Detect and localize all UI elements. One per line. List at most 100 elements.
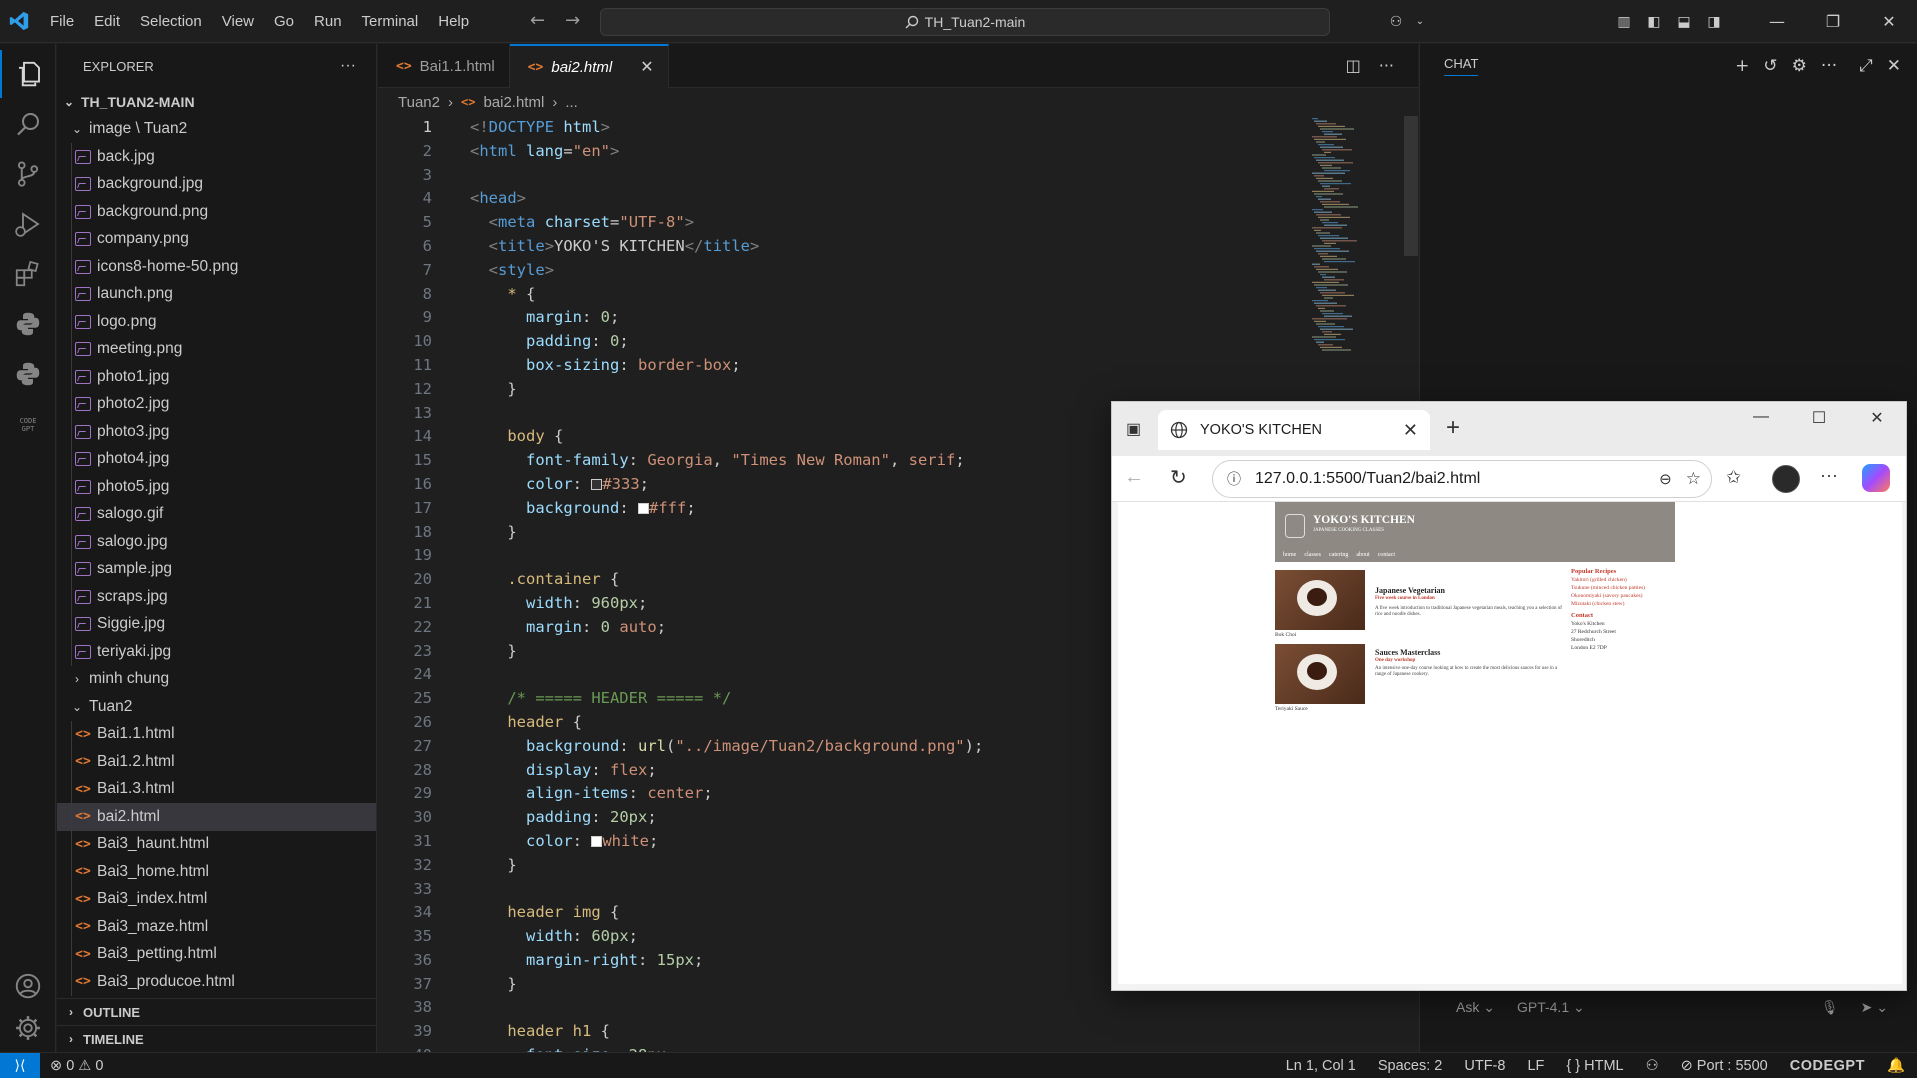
menu-view[interactable]: View	[212, 13, 264, 30]
file-item[interactable]: photo1.jpg	[57, 363, 376, 391]
gear-icon[interactable]: ⚙	[1792, 56, 1807, 76]
recipe-link[interactable]: Yakitori (grilled chicken)	[1571, 576, 1675, 584]
zoom-icon[interactable]: ⊖	[1659, 470, 1672, 488]
file-item[interactable]: <> Bai3_maze.html	[57, 913, 376, 941]
menu-file[interactable]: File	[40, 13, 84, 30]
history-icon[interactable]: ↺	[1763, 56, 1777, 76]
more-actions-icon[interactable]: ···	[1379, 56, 1394, 75]
python-environments-icon[interactable]	[0, 350, 56, 398]
minimize-icon[interactable]: —	[1749, 12, 1805, 31]
file-item[interactable]: photo5.jpg	[57, 473, 376, 501]
file-item[interactable]: launch.png	[57, 280, 376, 308]
back-arrow-icon[interactable]: ←	[1124, 466, 1144, 489]
restore-icon[interactable]: ❐	[1805, 12, 1861, 31]
chevron-down-icon[interactable]: ⌄	[1411, 16, 1429, 27]
notifications-bell-icon[interactable]: 🔔	[1887, 1057, 1905, 1074]
command-center-search[interactable]: TH_Tuan2-main	[600, 8, 1330, 36]
file-item[interactable]: <> Bai1.1.html	[57, 720, 376, 748]
browser-tab[interactable]: YOKO'S KITCHEN ✕	[1158, 410, 1430, 450]
file-item[interactable]: salogo.jpg	[57, 528, 376, 556]
refresh-icon[interactable]: ↻	[1170, 465, 1187, 490]
file-item[interactable]: <> bai2.html	[57, 803, 376, 831]
more-actions-icon[interactable]: ···	[340, 57, 356, 75]
file-item[interactable]: background.jpg	[57, 170, 376, 198]
problems-status[interactable]: ⊗ 0 ⚠ 0	[50, 1058, 103, 1074]
live-server-port[interactable]: ⊘ Port : 5500	[1681, 1058, 1768, 1074]
favorites-icon[interactable]: ✩	[1726, 467, 1741, 488]
workspace-root[interactable]: ⌄ TH_TUAN2-MAIN	[57, 88, 376, 116]
file-item[interactable]: photo2.jpg	[57, 390, 376, 418]
file-item[interactable]: photo3.jpg	[57, 418, 376, 446]
explorer-icon[interactable]	[0, 50, 56, 98]
file-item[interactable]: back.jpg	[57, 143, 376, 171]
file-item[interactable]: <> Bai1.3.html	[57, 775, 376, 803]
more-actions-icon[interactable]: ···	[1821, 56, 1837, 76]
new-tab-icon[interactable]: +	[1446, 414, 1460, 442]
browser-menu-icon[interactable]: ···	[1820, 465, 1838, 486]
codegpt-status[interactable]: CODEGPT	[1790, 1058, 1865, 1074]
python-icon[interactable]	[0, 300, 56, 348]
file-item[interactable]: photo4.jpg	[57, 445, 376, 473]
recipe-link[interactable]: Mizutaki (chicken stew)	[1571, 600, 1675, 608]
close-tab-icon[interactable]: ✕	[1403, 420, 1418, 441]
folder-tuan2[interactable]: ⌄ Tuan2	[57, 693, 376, 721]
minimap[interactable]	[1308, 116, 1408, 416]
file-item[interactable]: <> Bai3_producoe.html	[57, 968, 376, 996]
yoko-nav-about[interactable]: about	[1356, 552, 1369, 558]
close-icon[interactable]: ✕	[1861, 12, 1917, 31]
file-item[interactable]: scraps.jpg	[57, 583, 376, 611]
file-item[interactable]: <> Bai3_petting.html	[57, 940, 376, 968]
model-picker[interactable]: GPT-4.1 ⌄	[1517, 999, 1585, 1016]
language-mode[interactable]: { } HTML	[1566, 1058, 1623, 1074]
yoko-nav-home[interactable]: home	[1283, 552, 1296, 558]
file-item[interactable]: icons8-home-50.png	[57, 253, 376, 281]
file-item[interactable]: logo.png	[57, 308, 376, 336]
run-debug-icon[interactable]	[0, 200, 56, 248]
outline-section[interactable]: › OUTLINE	[57, 998, 377, 1025]
profile-avatar[interactable]	[1772, 465, 1800, 493]
customize-layout-icon[interactable]: ▥	[1609, 14, 1639, 30]
file-item[interactable]: company.png	[57, 225, 376, 253]
file-item[interactable]: sample.jpg	[57, 555, 376, 583]
extensions-icon[interactable]	[0, 250, 56, 298]
codegpt-icon[interactable]: CODE GPT	[0, 400, 56, 448]
yoko-nav-classes[interactable]: classes	[1304, 552, 1321, 558]
split-editor-icon[interactable]: ◫	[1346, 56, 1361, 75]
file-item[interactable]: salogo.gif	[57, 500, 376, 528]
file-item[interactable]: teriyaki.jpg	[57, 638, 376, 666]
breadcrumb-file[interactable]: bai2.html	[483, 94, 544, 111]
breadcrumb-more[interactable]: ...	[565, 94, 578, 111]
tab-bai2[interactable]: <> bai2.html ✕	[509, 44, 669, 88]
account-icon[interactable]	[0, 962, 56, 1010]
end-of-line[interactable]: LF	[1527, 1058, 1544, 1074]
menu-terminal[interactable]: Terminal	[352, 13, 429, 30]
file-item[interactable]: background.png	[57, 198, 376, 226]
search-icon[interactable]	[0, 100, 56, 148]
indentation[interactable]: Spaces: 2	[1378, 1058, 1443, 1074]
menu-selection[interactable]: Selection	[130, 13, 212, 30]
tab-actions-icon[interactable]: ▣	[1126, 419, 1141, 439]
yoko-nav-contact[interactable]: contact	[1378, 552, 1395, 558]
file-item[interactable]: <> Bai3_home.html	[57, 858, 376, 886]
microphone-icon[interactable]: 🎙	[1821, 999, 1839, 1016]
breadcrumb-folder[interactable]: Tuan2	[398, 94, 440, 111]
menu-help[interactable]: Help	[428, 13, 479, 30]
toggle-panel-icon[interactable]: ⬓	[1669, 14, 1699, 30]
menu-run[interactable]: Run	[304, 13, 352, 30]
maximize-icon[interactable]: ⤢	[1859, 56, 1873, 76]
send-icon[interactable]: ➤ ⌄	[1861, 999, 1888, 1016]
close-icon[interactable]: ✕	[1887, 56, 1901, 76]
close-icon[interactable]: ✕	[1848, 408, 1906, 428]
forward-arrow-icon[interactable]: →	[565, 10, 580, 31]
encoding[interactable]: UTF-8	[1464, 1058, 1505, 1074]
source-control-icon[interactable]	[0, 150, 56, 198]
copilot-icon[interactable]: ⚇	[1381, 14, 1411, 30]
recipe-link[interactable]: Tsukune (minced chicken patties)	[1571, 584, 1675, 592]
menu-edit[interactable]: Edit	[84, 13, 130, 30]
toggle-primary-sidebar-icon[interactable]: ◧	[1639, 14, 1669, 30]
folder-minh-chung[interactable]: › minh chung	[57, 666, 376, 694]
cursor-position[interactable]: Ln 1, Col 1	[1286, 1058, 1356, 1074]
back-arrow-icon[interactable]: ←	[530, 10, 545, 31]
close-tab-icon[interactable]: ✕	[640, 57, 653, 77]
copilot-status-icon[interactable]: ⚇	[1646, 1058, 1659, 1074]
